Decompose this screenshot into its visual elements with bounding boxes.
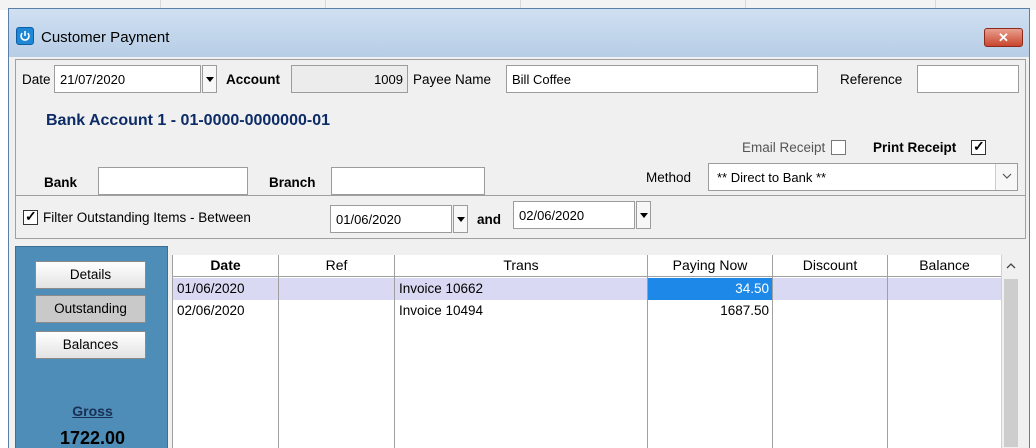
branch-field[interactable] xyxy=(331,167,485,195)
row-balance xyxy=(888,300,1002,322)
print-receipt-checkbox[interactable] xyxy=(971,138,986,155)
filter-outstanding-checkbox[interactable] xyxy=(23,208,38,225)
method-label: Method xyxy=(646,170,692,185)
filter-to-dropdown-button[interactable] xyxy=(636,201,651,229)
payee-name-field[interactable]: Bill Coffee xyxy=(506,65,818,93)
table-row[interactable]: 02/06/2020 Invoice 10494 1687.50 xyxy=(173,300,1002,322)
gross-value: 1722.00 xyxy=(59,428,126,448)
column-divider xyxy=(647,277,648,448)
reference-field[interactable] xyxy=(917,65,1019,93)
power-app-icon xyxy=(16,27,34,45)
column-divider xyxy=(278,277,279,448)
column-header-ref[interactable]: Ref xyxy=(279,255,395,277)
payment-header-panel: Date 21/07/2020 Account 1009 Payee Name … xyxy=(15,59,1026,214)
column-header-balance[interactable]: Balance xyxy=(888,255,1002,277)
account-label: Account xyxy=(226,72,280,87)
bank-field[interactable] xyxy=(98,167,248,195)
title-bar: Customer Payment ✕ xyxy=(9,9,1029,57)
scroll-up-icon[interactable] xyxy=(1006,263,1016,269)
row-trans: Invoice 10494 xyxy=(399,303,484,318)
balances-button[interactable]: Balances xyxy=(35,331,146,359)
filter-from-dropdown-button[interactable] xyxy=(453,205,468,233)
account-field: 1009 xyxy=(291,65,408,93)
gross-label: Gross xyxy=(72,403,113,419)
row-ref xyxy=(279,300,395,322)
row-discount xyxy=(773,278,888,300)
column-divider xyxy=(772,277,773,448)
close-button[interactable]: ✕ xyxy=(984,28,1023,47)
column-header-discount[interactable]: Discount xyxy=(773,255,888,277)
row-trans: Invoice 10662 xyxy=(399,281,484,296)
outstanding-items-grid: Date Ref Trans Paying Now Discount Balan… xyxy=(172,255,1019,448)
column-header-trans[interactable]: Trans xyxy=(395,255,648,277)
branch-label: Branch xyxy=(269,175,316,190)
row-paying-now[interactable]: 1687.50 xyxy=(648,300,773,322)
row-date: 02/06/2020 xyxy=(177,303,245,318)
vertical-scrollbar[interactable] xyxy=(1001,255,1019,448)
method-select[interactable]: ** Direct to Bank ** xyxy=(708,163,1018,191)
filter-label: Filter Outstanding Items - Between xyxy=(43,210,251,225)
scrollbar-thumb[interactable] xyxy=(1004,279,1018,447)
row-discount xyxy=(773,300,888,322)
bank-label: Bank xyxy=(44,175,78,190)
chevron-down-icon xyxy=(995,164,1017,190)
details-button[interactable]: Details xyxy=(35,261,146,289)
row-balance xyxy=(888,278,1002,300)
reference-label: Reference xyxy=(840,72,903,87)
date-field[interactable]: 21/07/2020 xyxy=(54,65,201,93)
column-divider xyxy=(394,277,395,448)
filter-from-date[interactable]: 01/06/2020 xyxy=(330,205,452,233)
window-title: Customer Payment xyxy=(41,29,170,46)
and-label: and xyxy=(477,212,502,227)
customer-payment-window: Customer Payment ✕ Date 21/07/2020 Accou… xyxy=(8,8,1030,448)
row-paying-now[interactable]: 34.50 xyxy=(648,278,773,300)
table-row[interactable]: 01/06/2020 Invoice 10662 34.50 xyxy=(173,278,1002,300)
sidebar: Details Outstanding Balances Gross 1722.… xyxy=(15,246,168,448)
row-date: 01/06/2020 xyxy=(177,281,245,296)
filter-to-date[interactable]: 02/06/2020 xyxy=(513,201,635,229)
grid-header: Date Ref Trans Paying Now Discount Balan… xyxy=(173,255,1002,277)
date-dropdown-button[interactable] xyxy=(202,65,217,93)
filter-bar: Filter Outstanding Items - Between 01/06… xyxy=(15,195,1026,239)
date-label: Date xyxy=(22,72,51,87)
bank-account-title: Bank Account 1 - 01-0000-0000000-01 xyxy=(46,112,330,129)
row-ref xyxy=(279,278,395,300)
outstanding-button[interactable]: Outstanding xyxy=(35,295,146,323)
payee-name-label: Payee Name xyxy=(413,72,492,87)
email-receipt-label: Email Receipt xyxy=(742,140,826,155)
email-receipt-checkbox[interactable] xyxy=(831,140,846,155)
method-select-value: ** Direct to Bank ** xyxy=(717,170,827,185)
column-header-paying-now[interactable]: Paying Now xyxy=(648,255,773,277)
print-receipt-label: Print Receipt xyxy=(873,140,957,155)
column-divider xyxy=(887,277,888,448)
column-header-date[interactable]: Date xyxy=(173,255,279,277)
